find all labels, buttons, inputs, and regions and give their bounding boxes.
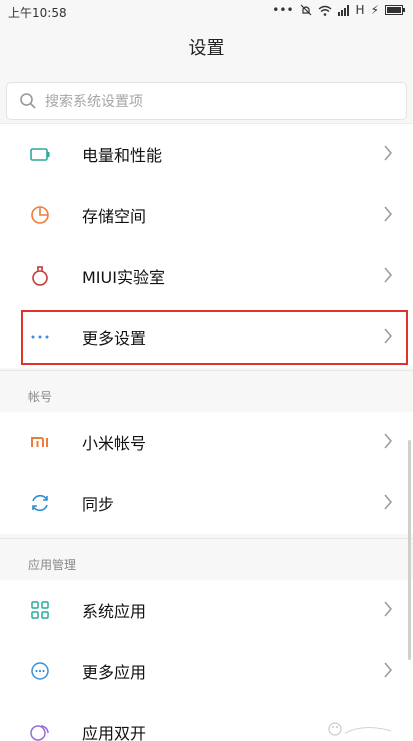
chevron-right-icon (384, 267, 392, 283)
settings-item-more-apps[interactable]: 更多应用 (0, 641, 413, 702)
wifi-icon (318, 5, 331, 16)
charging-icon: ⚡ (370, 3, 379, 17)
section-header-apps: 应用管理 (0, 538, 413, 582)
dots-icon: ••• (272, 3, 294, 17)
settings-item-sync[interactable]: 同步 (0, 473, 413, 534)
network-type: H (355, 3, 365, 17)
settings-item-label: 电量和性能 (82, 146, 163, 165)
settings-group-apps: 系统应用 更多应用 应用双开 (0, 580, 413, 741)
mi-logo-icon (31, 437, 48, 447)
dual-apps-icon (30, 725, 49, 741)
settings-item-miui-lab[interactable]: MIUI实验室 (0, 246, 413, 307)
signal-icon (337, 4, 349, 16)
chevron-right-icon (384, 433, 392, 449)
section-title: 应用管理 (28, 558, 77, 572)
status-bar: 上午10:58 ••• H ⚡ (0, 0, 413, 24)
section-header-account: 帐号 (0, 370, 413, 414)
page-title: 设置 (188, 38, 225, 59)
battery-icon (30, 148, 50, 161)
mute-bell-icon (300, 4, 311, 16)
settings-item-label: 应用双开 (82, 724, 147, 741)
baidu-jingyan-watermark (328, 722, 392, 736)
settings-group-account: 小米帐号 同步 (0, 412, 413, 534)
status-icons: ••• H ⚡ (272, 3, 405, 17)
highlight-box (21, 310, 408, 365)
scrollbar[interactable] (408, 440, 411, 660)
settings-item-storage[interactable]: 存储空间 (0, 185, 413, 246)
lab-flask-icon (32, 266, 48, 286)
chevron-right-icon (384, 145, 392, 161)
search-box[interactable] (6, 82, 407, 120)
chevron-right-icon (384, 662, 392, 678)
chevron-right-icon (384, 494, 392, 510)
settings-item-mi-account[interactable]: 小米帐号 (0, 412, 413, 473)
grid-apps-icon (31, 601, 49, 619)
battery-status-icon (385, 5, 405, 15)
search-input[interactable] (45, 89, 385, 115)
search-icon (20, 93, 36, 109)
settings-item-battery[interactable]: 电量和性能 (0, 124, 413, 185)
settings-item-system-apps[interactable]: 系统应用 (0, 580, 413, 641)
sync-icon (32, 494, 48, 512)
chevron-right-icon (384, 206, 392, 222)
storage-pie-icon (31, 206, 49, 224)
section-title: 帐号 (28, 390, 53, 404)
settings-item-label: 小米帐号 (82, 434, 147, 453)
settings-item-label: 同步 (82, 495, 115, 514)
settings-item-label: 系统应用 (82, 602, 147, 621)
settings-item-label: 存储空间 (82, 207, 147, 226)
settings-item-label: 更多应用 (82, 663, 147, 682)
more-apps-icon (31, 662, 49, 680)
chevron-right-icon (384, 601, 392, 617)
settings-item-label: MIUI实验室 (82, 268, 165, 287)
status-time: 上午10:58 (8, 6, 67, 20)
